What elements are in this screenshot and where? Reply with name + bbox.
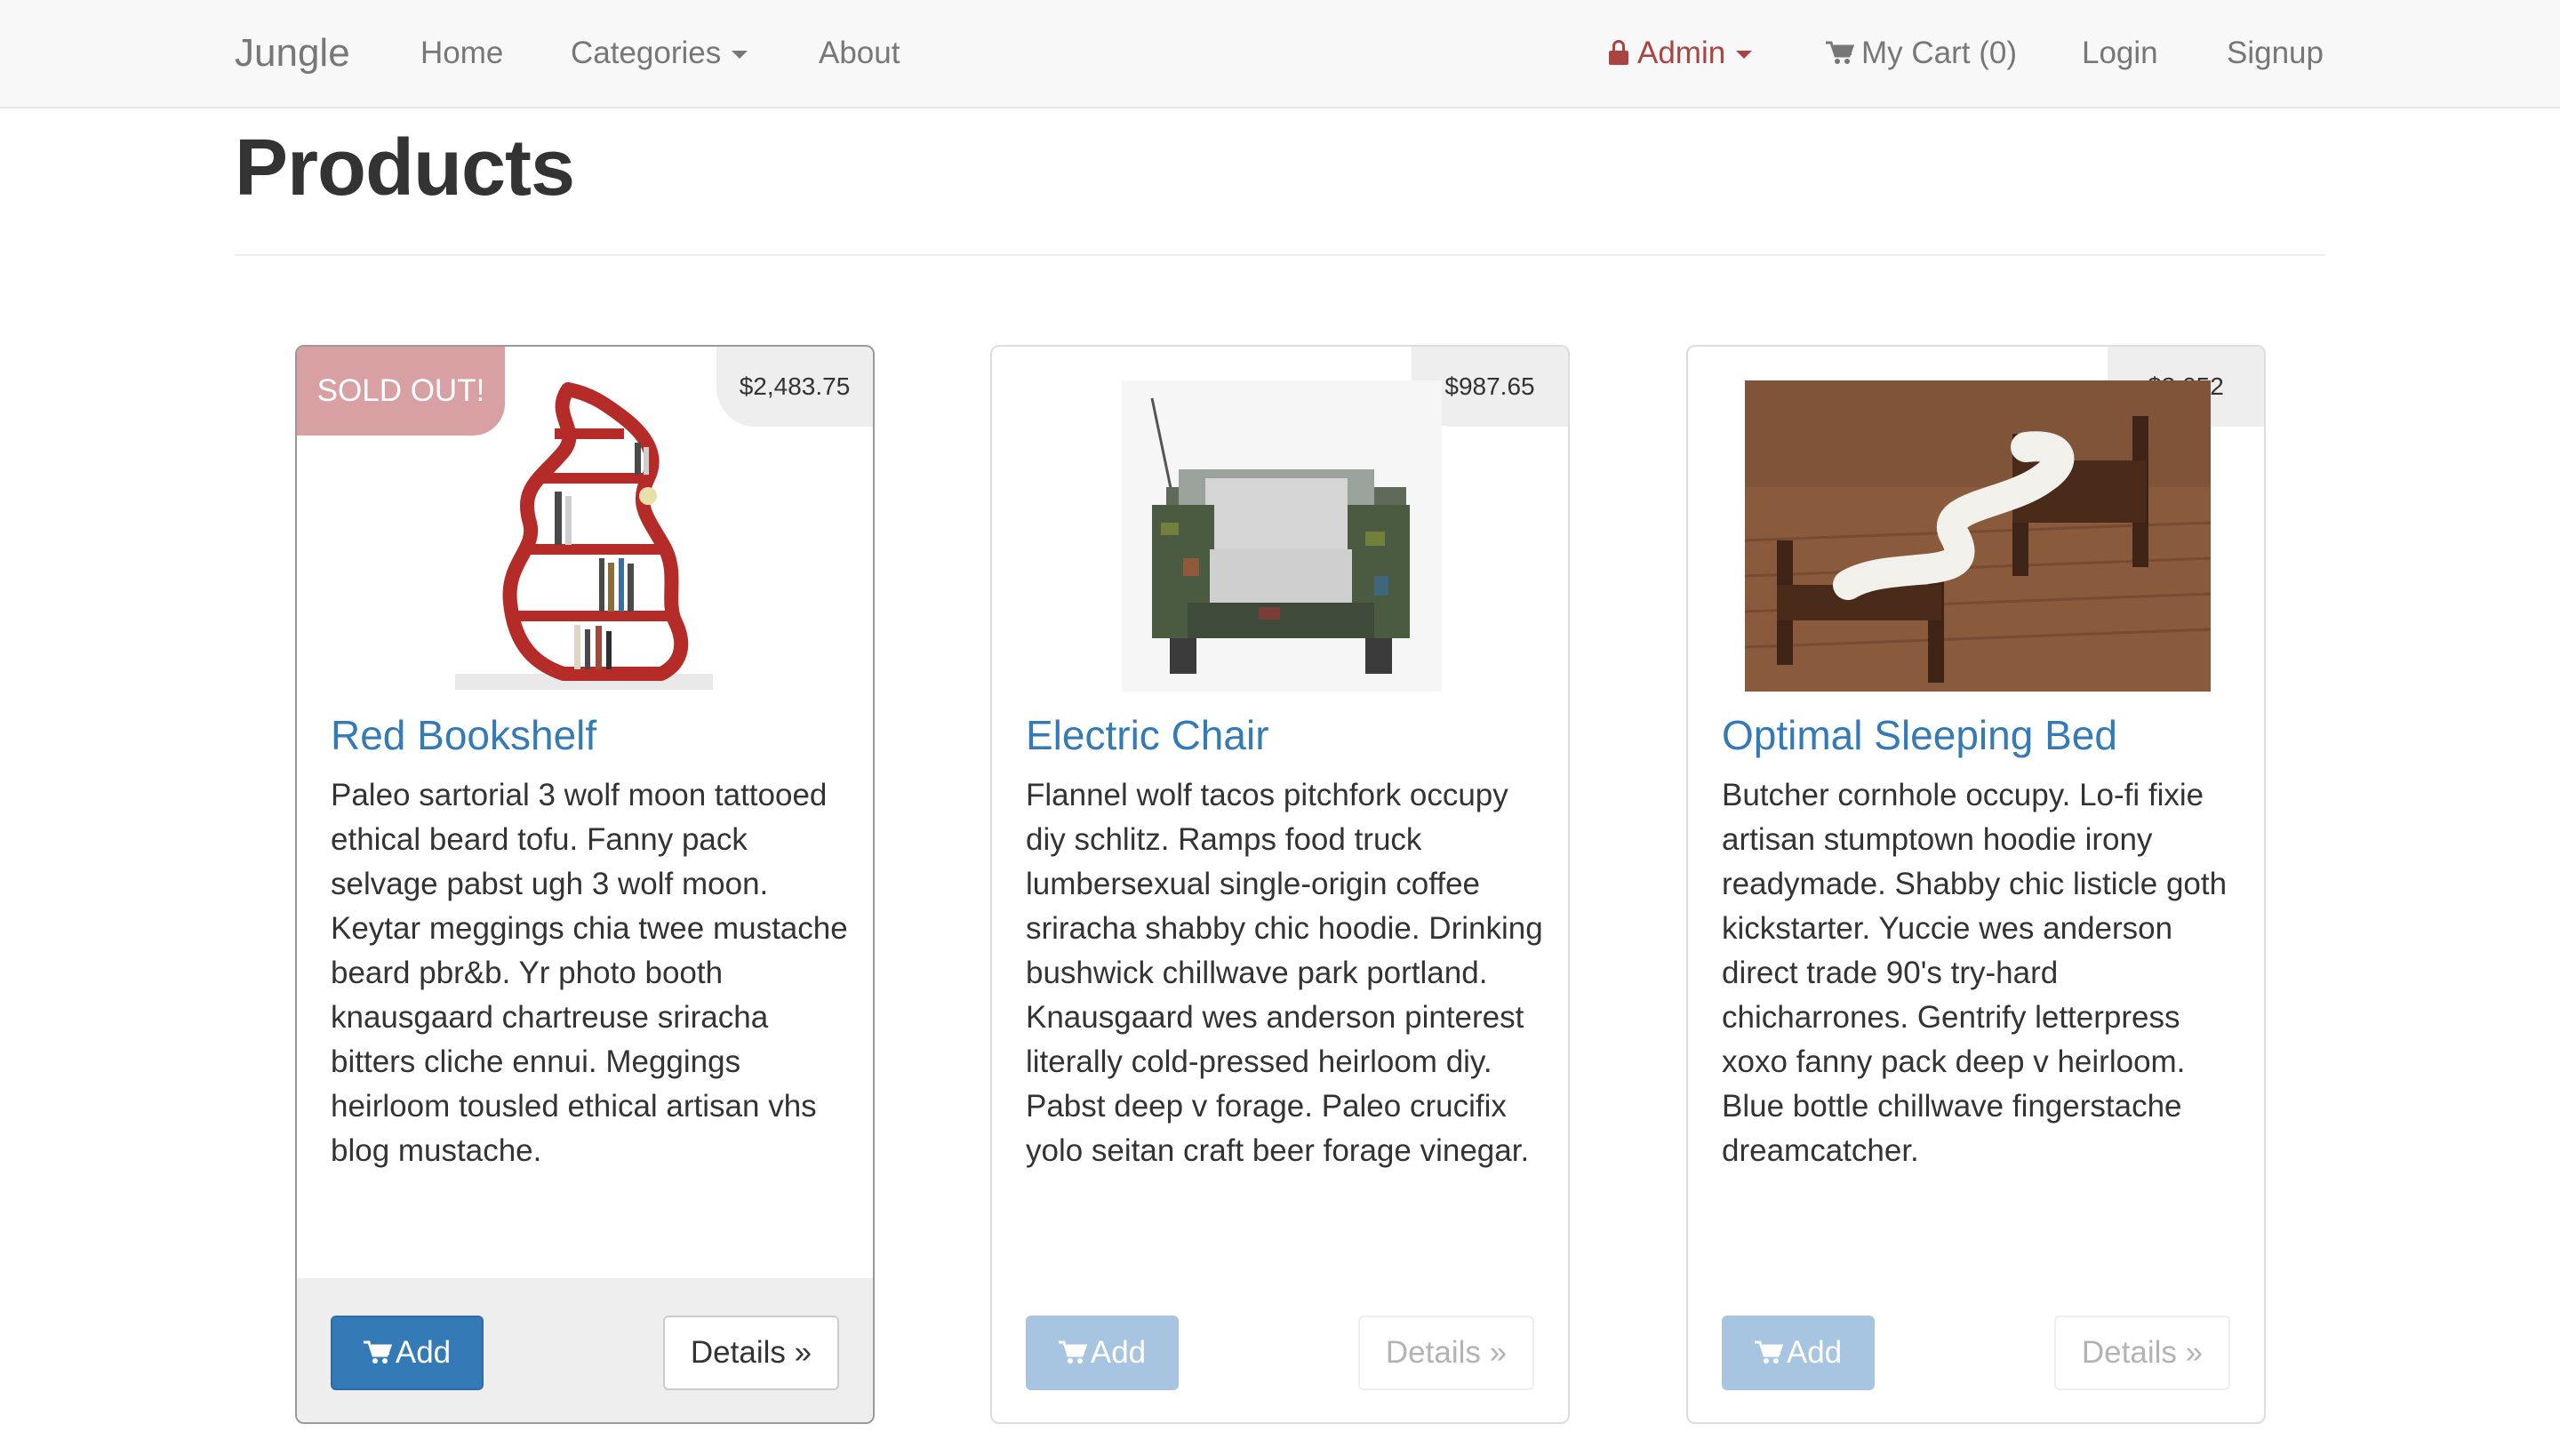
details-button[interactable]: Details » (663, 1316, 839, 1390)
nav-login-link[interactable]: Login (2082, 0, 2158, 107)
product-image[interactable] (1688, 380, 2264, 692)
product-name-link[interactable]: Optimal Sleeping Bed (1722, 711, 2117, 759)
nav-cart-link[interactable]: My Cart (0) (1826, 0, 2017, 107)
chevron-down-icon (732, 51, 748, 60)
product-card: $987.65 Electric Chair Flannel wolf taco… (990, 345, 1570, 1424)
nav-cart-label: My Cart (0) (1861, 36, 2017, 70)
nav-home-link[interactable]: Home (420, 0, 503, 107)
nav-admin-dropdown[interactable]: Admin (1609, 0, 1753, 107)
add-label: Add (1786, 1335, 1843, 1370)
electric-chair-image (1122, 380, 1442, 692)
nav-admin-label: Admin (1637, 36, 1726, 70)
product-description: Flannel wolf tacos pitchfork occupy diy … (1026, 778, 1543, 1168)
card-footer: Add Details » (297, 1278, 873, 1422)
product-description: Butcher cornhole occupy. Lo-fi fixie art… (1722, 778, 2228, 1168)
chevron-down-icon (1736, 51, 1753, 60)
lock-icon (1609, 40, 1628, 65)
navbar: Jungle Home Categories About Admin My Ca… (0, 0, 2560, 108)
add-to-cart-button[interactable]: Add (1026, 1316, 1179, 1390)
product-card: $2,483.75 SOLD OUT! Red Bookshelf Paleo … (295, 345, 875, 1424)
nav-signup-link[interactable]: Signup (2227, 0, 2324, 107)
product-image[interactable] (992, 380, 1568, 692)
add-to-cart-button[interactable]: Add (1722, 1316, 1875, 1390)
add-label: Add (1090, 1335, 1147, 1370)
sold-out-badge: SOLD OUT! (297, 347, 505, 436)
brand-link[interactable]: Jungle (235, 0, 350, 107)
product-name-link[interactable]: Electric Chair (1026, 711, 1269, 759)
cart-icon (1754, 1340, 1783, 1364)
details-button[interactable]: Details » (2054, 1316, 2230, 1390)
add-to-cart-button[interactable]: Add (331, 1316, 484, 1390)
product-description: Paleo sartorial 3 wolf moon tattooed eth… (331, 778, 848, 1168)
sleeping-bed-image (1744, 380, 2212, 692)
details-button[interactable]: Details » (1358, 1316, 1534, 1390)
cart-icon (1826, 41, 1854, 64)
page-title: Products (235, 124, 575, 212)
add-label: Add (395, 1335, 452, 1370)
nav-about-link[interactable]: About (819, 0, 900, 107)
nav-categories-dropdown[interactable]: Categories (571, 0, 748, 107)
cart-icon (363, 1340, 392, 1364)
card-footer: Add Details » (992, 1278, 1568, 1422)
cart-icon (1058, 1340, 1087, 1364)
product-name-link[interactable]: Red Bookshelf (331, 711, 596, 759)
nav-categories-label: Categories (571, 36, 722, 70)
product-card: $3,052 Optimal Sleeping Bed Butcher corn… (1686, 345, 2266, 1424)
card-footer: Add Details » (1688, 1278, 2264, 1422)
title-divider (235, 254, 2325, 256)
